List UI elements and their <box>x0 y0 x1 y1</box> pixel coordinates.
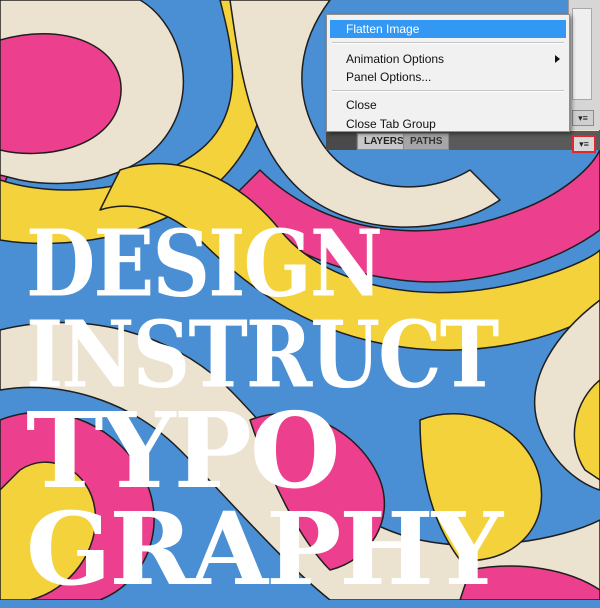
menu-item-flatten-image[interactable]: Flatten Image <box>330 20 566 38</box>
tab-paths[interactable]: PATHS <box>403 133 450 150</box>
panel-menu-icon-top[interactable]: ▾≡ <box>572 110 594 126</box>
menu-item-animation-options[interactable]: Animation Options <box>330 50 566 68</box>
menu-item-panel-options[interactable]: Panel Options... <box>330 68 566 86</box>
menu-item-close-tab-group[interactable]: Close Tab Group <box>330 115 566 133</box>
menu-item-label: Animation Options <box>346 52 445 66</box>
panel-context-menu: Flatten Image Animation Options Panel Op… <box>326 14 570 132</box>
panel-menu-icon[interactable]: ▾≡ <box>572 135 596 153</box>
menu-item-close[interactable]: Close <box>330 96 566 114</box>
submenu-arrow-icon <box>555 55 560 63</box>
panel-tab-gap <box>326 131 356 150</box>
menu-separator <box>332 90 564 92</box>
panel-scrollbar[interactable] <box>572 8 592 100</box>
menu-separator <box>332 42 564 44</box>
